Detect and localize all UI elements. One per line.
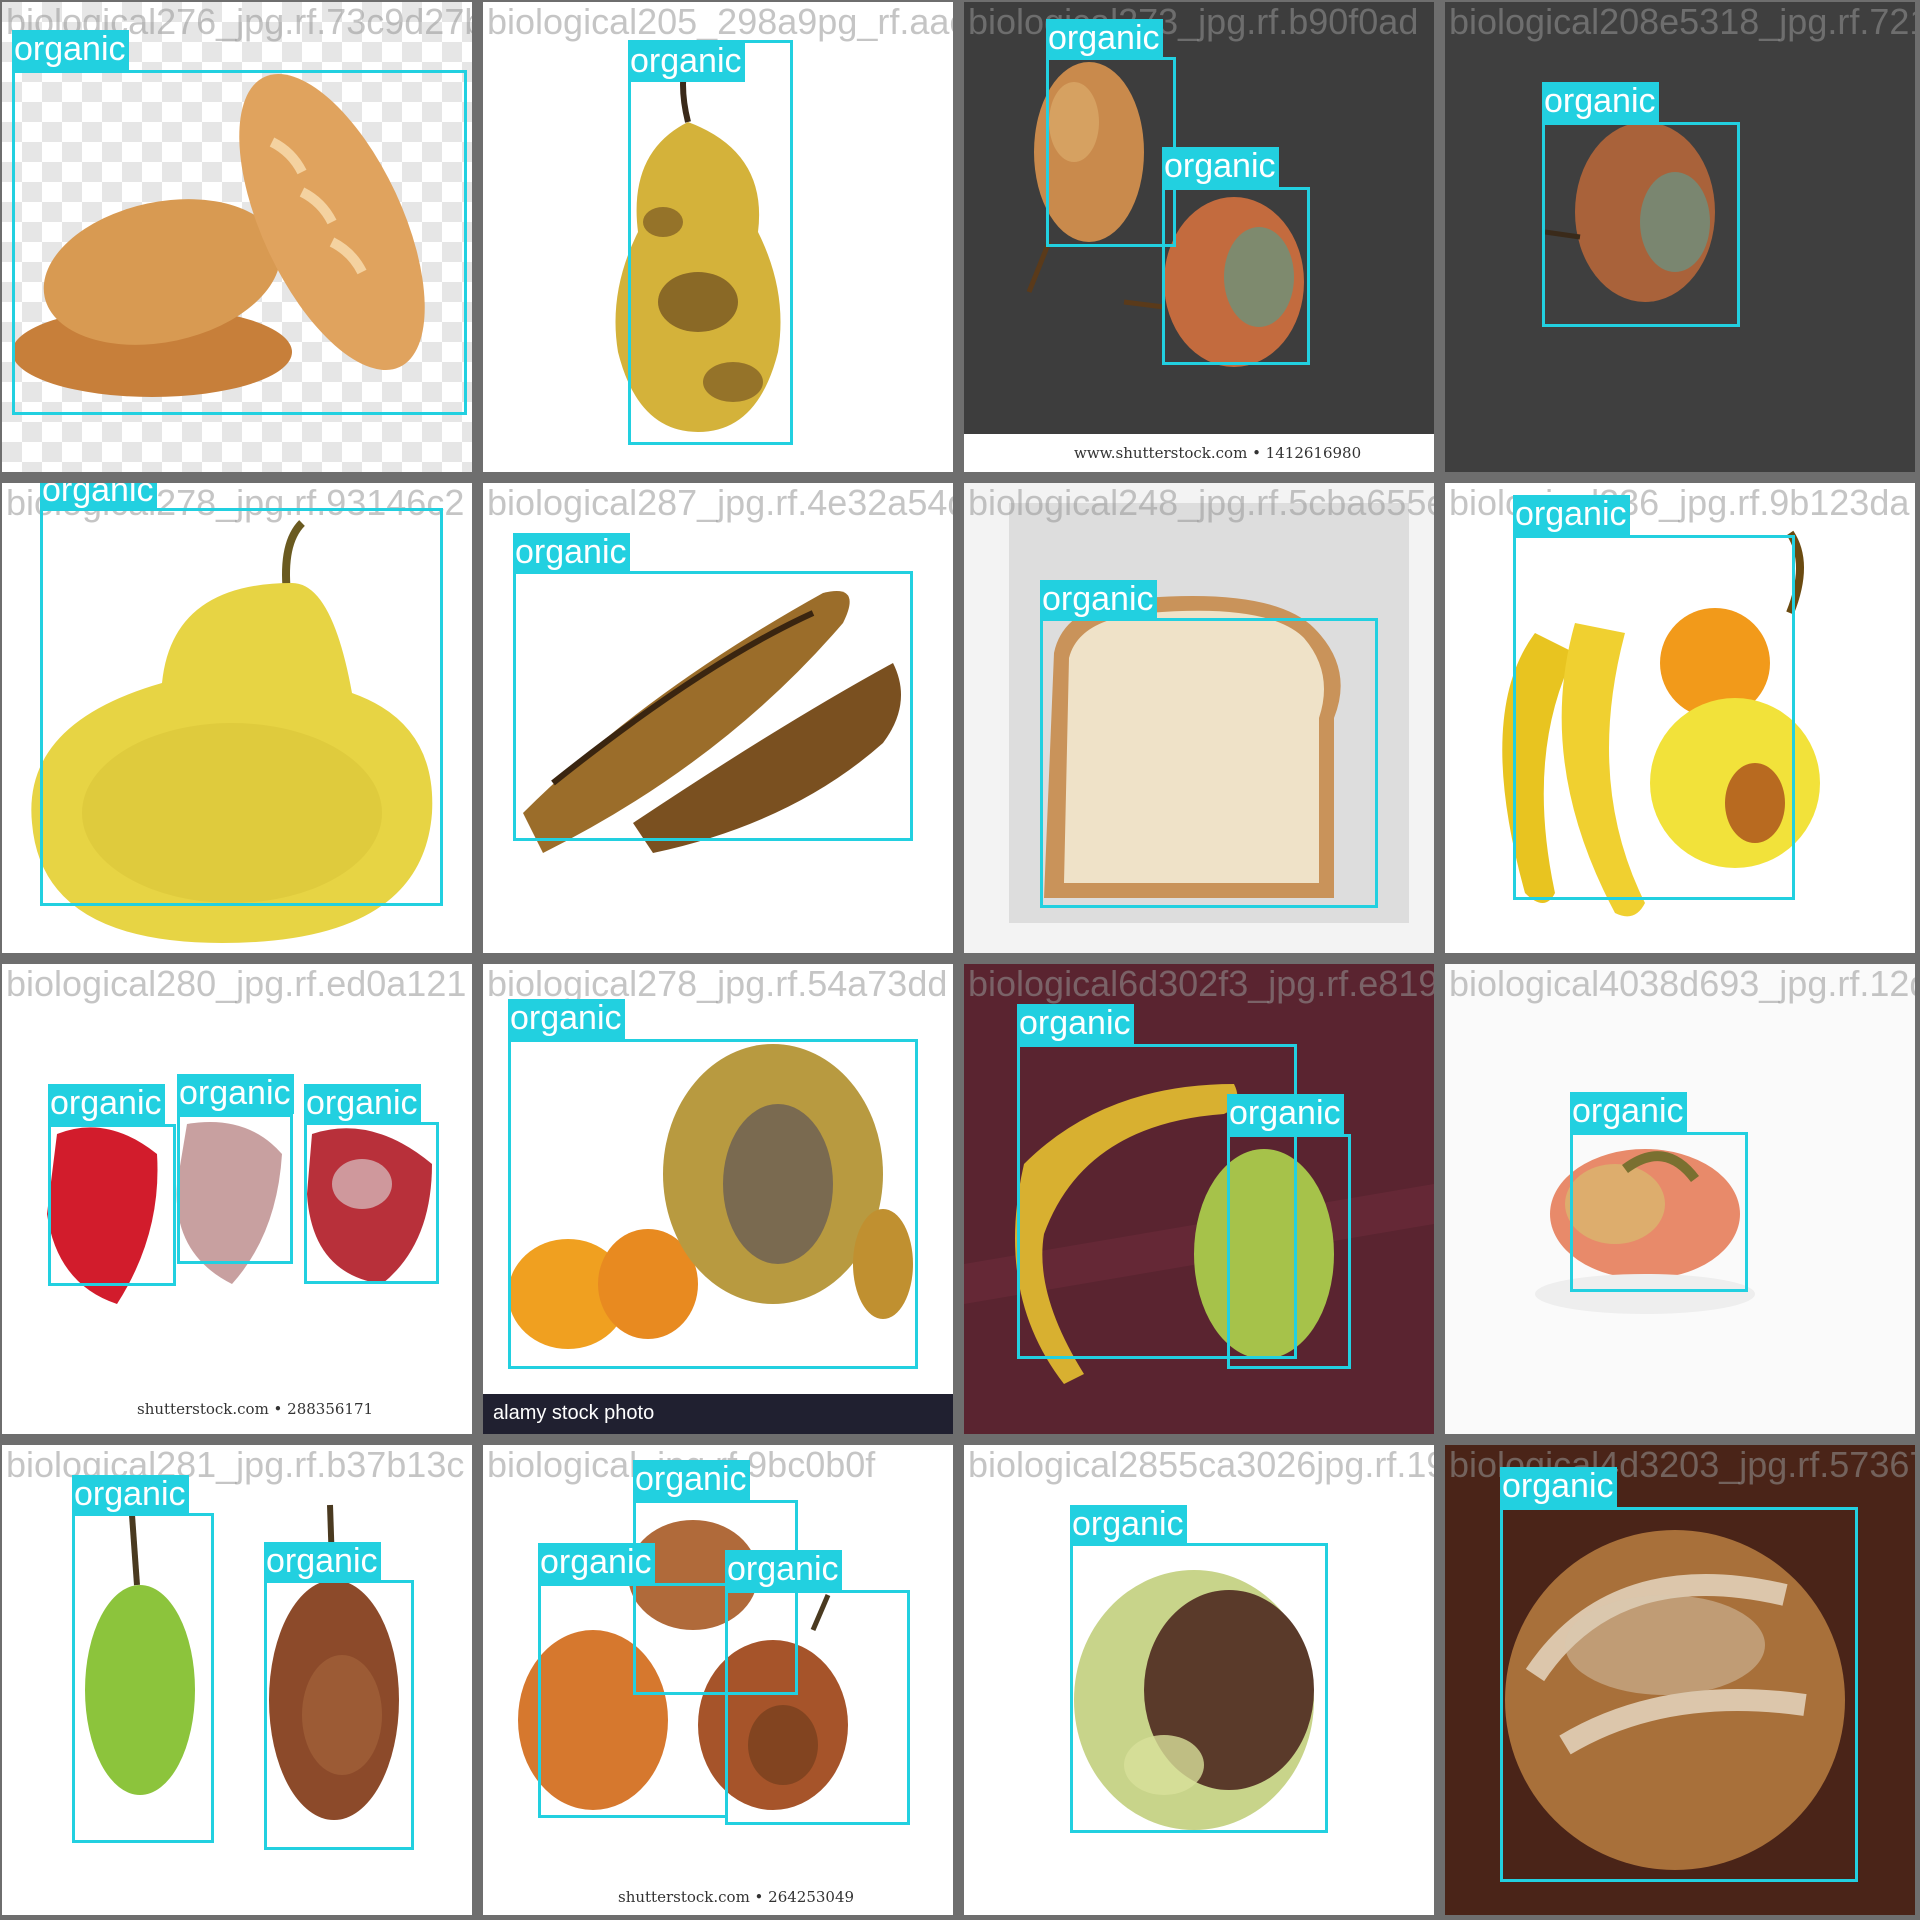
image-filename: biological205_298a9pg_rf.aae2cea <box>487 2 953 42</box>
tile-image: biological248_jpg.rf.5cba655e8 organic <box>964 483 1434 953</box>
image-filename: biological278_jpg.rf.54a73dd <box>487 964 948 1004</box>
bounding-box <box>725 1590 910 1825</box>
image-filename: biological280_jpg.rf.ed0a121 <box>6 964 467 1004</box>
box-label: organic <box>1017 1004 1134 1044</box>
tile-image: biological276_jpg.rf.73c9d27b organic <box>2 2 472 472</box>
watermark: shutterstock.com • 288356171 <box>137 1400 374 1418</box>
bounding-box <box>513 571 913 841</box>
bounding-box <box>1162 187 1310 365</box>
tile-image: biological287_jpg.rf.4e32a54d organic <box>483 483 953 953</box>
box-label: organic <box>72 1475 189 1515</box>
bounding-box <box>304 1122 439 1284</box>
tile-image: biological4038d693_jpg.rf.12d0a15 organi… <box>1445 964 1915 1434</box>
tile-image: biological281_jpg.rf.b37b13c organic org… <box>2 1445 472 1915</box>
bounding-box <box>628 40 793 445</box>
detection-grid: biological276_jpg.rf.73c9d27b organic bi… <box>0 0 1920 1920</box>
tile-image: biological_jpg.rf.9bc0b0f shutterstock.c… <box>483 1445 953 1915</box>
box-label: organic <box>1570 1092 1687 1132</box>
box-label: organic <box>538 1543 655 1583</box>
box-label: organic <box>1046 19 1163 59</box>
tile-image: biological208e5318_jpg.rf.721f128 organi… <box>1445 2 1915 472</box>
watermark: shutterstock.com • 264253049 <box>618 1888 855 1906</box>
box-label: organic <box>177 1074 294 1114</box>
box-label: organic <box>304 1084 421 1124</box>
tile-image: biological4d3203_jpg.rf.5736739 organic <box>1445 1445 1915 1915</box>
bounding-box <box>1542 122 1740 327</box>
image-filename: biological4038d693_jpg.rf.12d0a15 <box>1449 964 1915 1004</box>
box-label: organic <box>508 999 625 1039</box>
bounding-box <box>1040 618 1378 908</box>
bounding-box <box>72 1513 214 1843</box>
bounding-box <box>1570 1132 1748 1292</box>
bounding-box <box>177 1114 293 1264</box>
image-filename: biological2855ca3026jpg.rf.1955dd <box>968 1445 1434 1485</box>
box-label: organic <box>725 1550 842 1590</box>
bounding-box <box>12 70 467 415</box>
box-label: organic <box>1500 1467 1617 1507</box>
watermark: alamy stock photo <box>493 1402 655 1424</box>
tile-image: biological205_298a9pg_rf.aae2cea organic <box>483 2 953 472</box>
bounding-box <box>1500 1507 1858 1882</box>
box-label: organic <box>1542 82 1659 122</box>
image-filename: biological273_jpg.rf.b90f0ad <box>968 2 1419 42</box>
tile-image: biological236_jpg.rf.9b123da organic <box>1445 483 1915 953</box>
box-label: organic <box>1513 495 1630 535</box>
box-label: organic <box>633 1460 750 1500</box>
bounding-box <box>538 1583 728 1818</box>
tile-image: biological273_jpg.rf.b90f0ad www.shutter… <box>964 2 1434 472</box>
image-filename: biological287_jpg.rf.4e32a54d <box>487 483 953 523</box>
image-filename: biological208e5318_jpg.rf.721f128 <box>1449 2 1915 42</box>
tile-image: biological278_jpg.rf.93146c2 organic <box>2 483 472 953</box>
bounding-box <box>1513 535 1795 900</box>
bounding-box <box>1227 1134 1351 1369</box>
box-label: organic <box>40 483 157 511</box>
tile-image: biological278_jpg.rf.54a73dd alamy stock… <box>483 964 953 1434</box>
bounding-box <box>1046 57 1176 247</box>
watermark: www.shutterstock.com • 1412616980 <box>1074 444 1362 462</box>
box-label: organic <box>1162 147 1279 187</box>
tile-image: biological6d302f3_jpg.rf.e819af5 organic… <box>964 964 1434 1434</box>
watermark-bar: alamy stock photo <box>483 1394 953 1434</box>
box-label: organic <box>628 42 745 82</box>
image-filename: biological6d302f3_jpg.rf.e819af5 <box>968 964 1434 1004</box>
bounding-box <box>48 1124 176 1286</box>
box-label: organic <box>12 30 129 70</box>
box-label: organic <box>1227 1094 1344 1134</box>
tile-image: biological280_jpg.rf.ed0a121 shutterstoc… <box>2 964 472 1434</box>
box-label: organic <box>1070 1505 1187 1545</box>
bounding-box <box>508 1039 918 1369</box>
box-label: organic <box>513 533 630 573</box>
bounding-box <box>40 508 443 906</box>
bounding-box <box>264 1580 414 1850</box>
image-filename: biological248_jpg.rf.5cba655e8 <box>968 483 1434 523</box>
box-label: organic <box>264 1542 381 1582</box>
box-label: organic <box>1040 580 1157 620</box>
box-label: organic <box>48 1084 165 1124</box>
bounding-box <box>1070 1543 1328 1833</box>
tile-image: biological2855ca3026jpg.rf.1955dd organi… <box>964 1445 1434 1915</box>
